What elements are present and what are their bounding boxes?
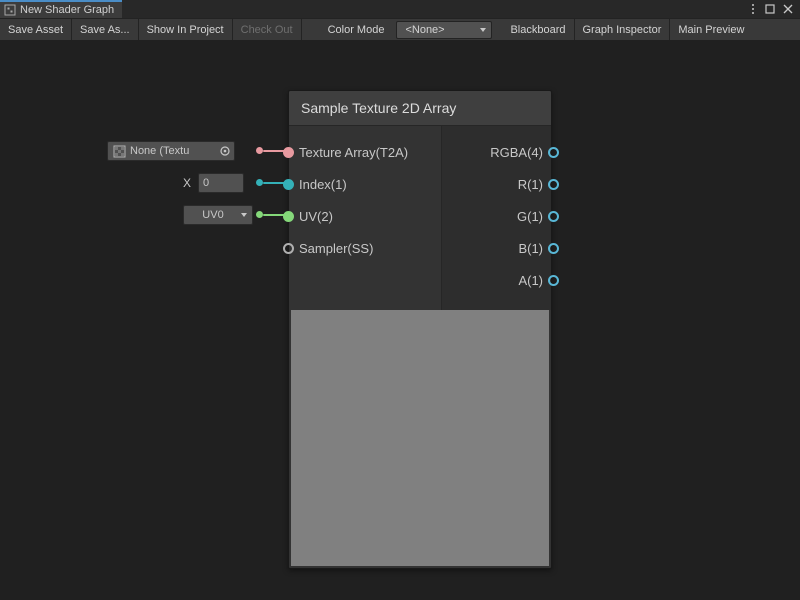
index-value: 0 <box>203 177 209 189</box>
save-as-button[interactable]: Save As... <box>72 19 139 41</box>
in-port-texture-array[interactable] <box>283 147 294 158</box>
in-label-uv: UV(2) <box>299 209 333 224</box>
wire-pip-texture <box>256 147 263 154</box>
in-port-uv[interactable] <box>283 211 294 222</box>
wire-pip-index <box>256 179 263 186</box>
out-label-g: G(1) <box>517 209 543 224</box>
window-close-icon[interactable] <box>782 3 794 15</box>
window-title: New Shader Graph <box>20 4 114 16</box>
out-port-a[interactable] <box>548 275 559 286</box>
in-label-sampler: Sampler(SS) <box>299 241 373 256</box>
window-controls <box>748 0 800 18</box>
uv-value: UV0 <box>202 209 223 221</box>
out-label-b: B(1) <box>518 241 543 256</box>
object-picker-icon[interactable] <box>218 144 232 158</box>
toolbar: Save Asset Save As... Show In Project Ch… <box>0 18 800 42</box>
graph-inspector-button[interactable]: Graph Inspector <box>575 19 671 41</box>
blackboard-button[interactable]: Blackboard <box>502 19 574 41</box>
check-out-button[interactable]: Check Out <box>233 19 302 41</box>
color-mode-label: Color Mode <box>316 19 393 41</box>
node-sample-texture-2d-array[interactable]: Sample Texture 2D Array Texture Array(T2… <box>288 90 552 569</box>
show-in-project-button[interactable]: Show In Project <box>139 19 233 41</box>
index-label: X <box>183 176 191 190</box>
out-label-a: A(1) <box>518 273 543 288</box>
index-value-field[interactable]: 0 <box>198 173 244 193</box>
in-label-texture-array: Texture Array(T2A) <box>299 145 408 160</box>
node-outputs: RGBA(4) R(1) G(1) B(1) A(1) <box>441 126 551 310</box>
shader-graph-icon <box>4 4 16 16</box>
graph-canvas[interactable]: None (Textu X 0 UV0 Sample Texture 2D Ar… <box>0 40 800 600</box>
window-menu-icon[interactable] <box>748 2 758 16</box>
index-input-field[interactable]: X 0 <box>183 173 244 193</box>
texture-icon <box>112 144 126 158</box>
title-bar: New Shader Graph <box>0 0 800 18</box>
node-title[interactable]: Sample Texture 2D Array <box>289 91 551 126</box>
uv-input-field[interactable]: UV0 <box>183 205 253 225</box>
out-label-rgba: RGBA(4) <box>490 145 543 160</box>
save-asset-button[interactable]: Save Asset <box>0 19 72 41</box>
out-port-b[interactable] <box>548 243 559 254</box>
out-label-r: R(1) <box>518 177 543 192</box>
node-inputs: Texture Array(T2A) Index(1) UV(2) Sample… <box>289 126 441 310</box>
out-port-g[interactable] <box>548 211 559 222</box>
in-port-sampler[interactable] <box>283 243 294 254</box>
color-mode-select[interactable]: <None> <box>396 21 492 39</box>
in-port-index[interactable] <box>283 179 294 190</box>
out-port-r[interactable] <box>548 179 559 190</box>
node-body: Texture Array(T2A) Index(1) UV(2) Sample… <box>289 126 551 310</box>
uv-dropdown[interactable]: UV0 <box>183 205 253 225</box>
wire-pip-uv <box>256 211 263 218</box>
out-port-rgba[interactable] <box>548 147 559 158</box>
node-preview <box>291 310 549 566</box>
main-preview-button[interactable]: Main Preview <box>670 19 752 41</box>
texture-array-input-field[interactable]: None (Textu <box>107 141 235 161</box>
window-maximize-icon[interactable] <box>764 3 776 15</box>
in-label-index: Index(1) <box>299 177 347 192</box>
color-mode-value: <None> <box>405 24 444 36</box>
window-tab[interactable]: New Shader Graph <box>0 0 122 18</box>
texture-slot[interactable]: None (Textu <box>107 141 235 161</box>
